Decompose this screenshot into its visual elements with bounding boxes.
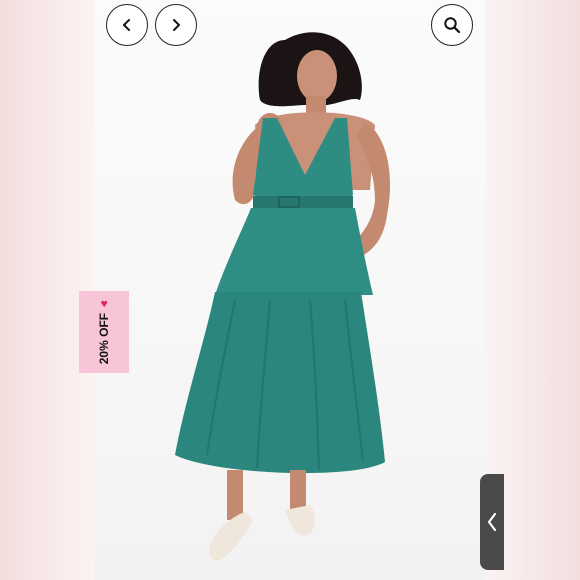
- discount-label: 20% OFF: [97, 312, 112, 365]
- chevron-left-icon: [487, 512, 497, 532]
- discount-badge[interactable]: 20% OFF ♥: [79, 291, 129, 373]
- chevron-left-icon: [123, 19, 130, 31]
- search-icon: [444, 17, 461, 34]
- search-button[interactable]: [431, 4, 473, 46]
- next-image-button[interactable]: [155, 4, 197, 46]
- left-blurred-panel: [0, 0, 95, 580]
- product-photo: [95, 0, 485, 580]
- previous-image-button[interactable]: [106, 4, 148, 46]
- heart-icon: ♥: [100, 296, 108, 311]
- model-illustration: [175, 32, 391, 561]
- chevron-right-icon: [173, 19, 180, 31]
- side-drawer-tab[interactable]: [480, 474, 504, 570]
